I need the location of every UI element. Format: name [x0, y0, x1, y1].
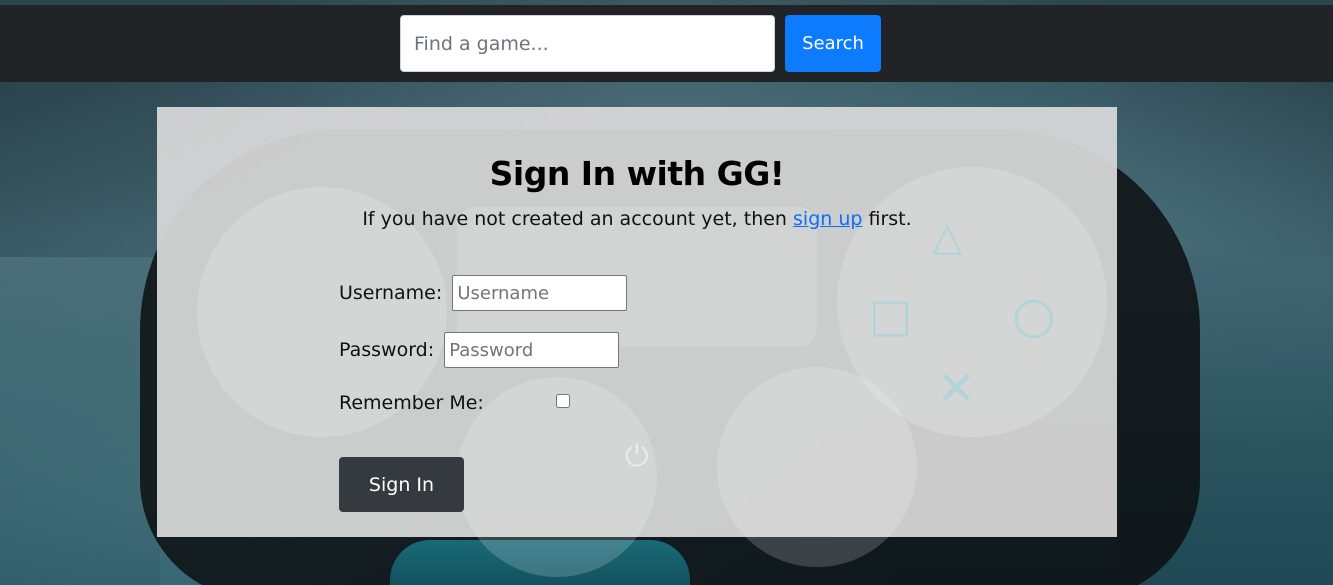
- password-row: Password:: [339, 332, 620, 368]
- remember-row: Remember Me:: [339, 391, 570, 414]
- signup-prompt-suffix: first.: [862, 208, 912, 230]
- background-tile: [1116, 257, 1333, 585]
- username-label: Username:: [339, 282, 443, 304]
- signup-prompt: If you have not created an account yet, …: [157, 208, 1117, 230]
- search-input[interactable]: [400, 15, 775, 72]
- signin-button[interactable]: Sign In: [339, 457, 464, 512]
- background-tile: [0, 257, 160, 585]
- square-icon: □: [869, 288, 913, 342]
- controller-touch-light: [390, 540, 690, 585]
- circle-icon: ○: [1012, 286, 1056, 344]
- username-field[interactable]: [452, 275, 628, 311]
- password-field[interactable]: [444, 332, 620, 368]
- background-tile: [1116, 82, 1333, 257]
- password-label: Password:: [339, 339, 435, 361]
- signup-prompt-prefix: If you have not created an account yet, …: [362, 208, 794, 230]
- remember-label: Remember Me:: [339, 391, 484, 414]
- controller-stick-right: [717, 367, 917, 567]
- signin-card: △ □ ○ ✕ ⏻ Sign In with GG! If you have n…: [157, 107, 1117, 577]
- username-row: Username:: [339, 275, 628, 311]
- playstation-logo-icon: ⏻: [625, 439, 649, 474]
- top-navbar: Search: [0, 5, 1333, 82]
- signup-link[interactable]: sign up: [793, 208, 862, 230]
- page-title: Sign In with GG!: [489, 154, 785, 193]
- remember-checkbox[interactable]: [556, 394, 570, 408]
- search-button[interactable]: Search: [785, 15, 881, 72]
- cross-icon: ✕: [937, 361, 976, 415]
